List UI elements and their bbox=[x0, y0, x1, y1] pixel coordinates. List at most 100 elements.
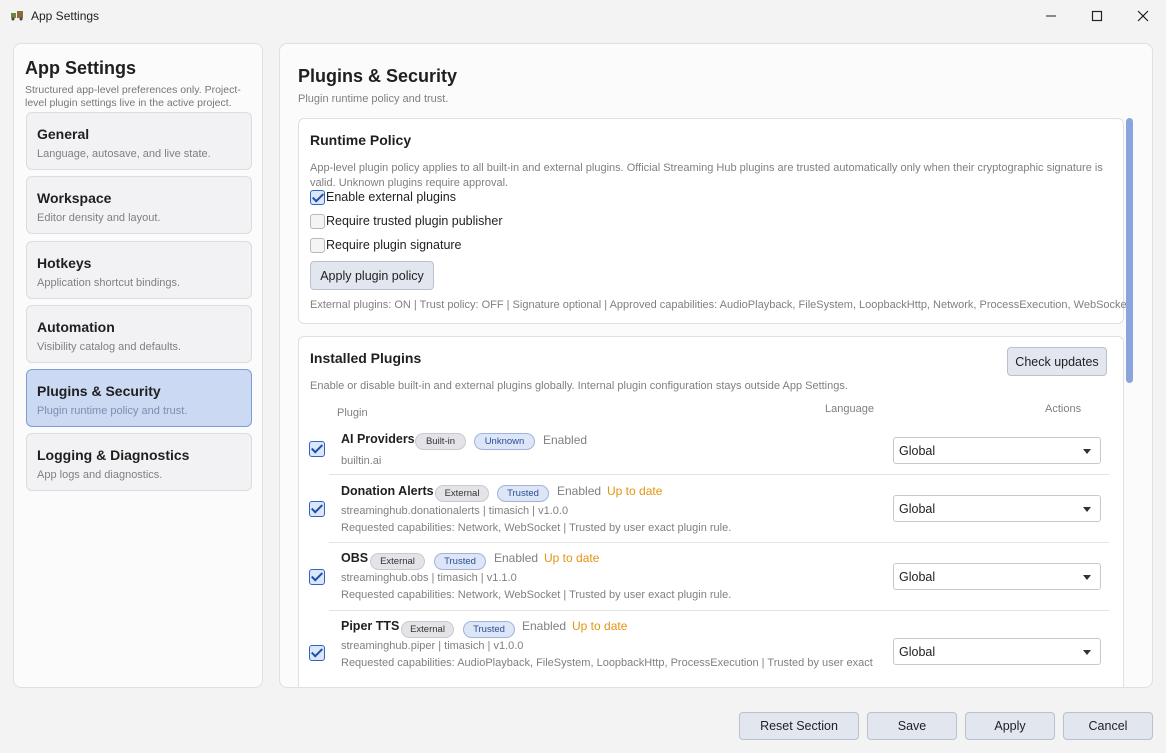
column-header-language: Language bbox=[825, 403, 874, 415]
checkbox-label: Require trusted plugin publisher bbox=[326, 214, 503, 228]
installed-plugins-section: Installed Plugins Check updates Enable o… bbox=[298, 336, 1124, 687]
sidebar: App Settings Structured app-level prefer… bbox=[13, 43, 263, 688]
column-header-plugin: Plugin bbox=[337, 407, 368, 419]
plugin-capabilities: Requested capabilities: Network, WebSock… bbox=[341, 589, 732, 601]
sidebar-item-general[interactable]: General Language, autosave, and live sta… bbox=[26, 112, 252, 170]
sidebar-item-sub: Visibility catalog and defaults. bbox=[37, 341, 182, 353]
plugin-update-status: Up to date bbox=[607, 484, 663, 498]
plugin-badge: External bbox=[435, 485, 489, 502]
check-updates-button[interactable]: Check updates bbox=[1007, 347, 1107, 376]
sidebar-title: App Settings bbox=[25, 58, 136, 78]
column-header-actions: Actions bbox=[1045, 403, 1082, 415]
plugin-enabled-checkbox[interactable] bbox=[309, 441, 325, 457]
sidebar-item-sub: App logs and diagnostics. bbox=[37, 469, 163, 481]
table-row: AI Providers Built-in Unknown Enabled bu… bbox=[299, 423, 1111, 475]
sidebar-item-hotkeys[interactable]: Hotkeys Application shortcut bindings. bbox=[26, 241, 252, 299]
plugin-status: Enabled bbox=[557, 484, 602, 498]
plugin-enabled-checkbox[interactable] bbox=[309, 645, 325, 661]
plugin-status: Enabled bbox=[522, 619, 567, 633]
policy-status: External plugins: ON | Trust policy: OFF… bbox=[310, 299, 1130, 311]
sidebar-item-label: General bbox=[37, 126, 90, 142]
plugin-status: Enabled bbox=[494, 551, 539, 565]
plugin-enabled-checkbox[interactable] bbox=[309, 569, 325, 585]
section-description: App-level plugin policy applies to all b… bbox=[310, 162, 1103, 189]
plugin-meta: streaminghub.obs | timasich | v1.1.0 bbox=[341, 572, 517, 584]
plugin-enabled-checkbox[interactable] bbox=[309, 501, 325, 517]
runtime-policy-section: Runtime Policy App-level plugin policy a… bbox=[298, 118, 1130, 324]
table-row: Donation Alerts External Trusted Enabled… bbox=[299, 475, 1111, 543]
minimize-button[interactable] bbox=[1028, 0, 1074, 32]
plugin-update-status: Up to date bbox=[572, 619, 628, 633]
page-subtitle: Plugin runtime policy and trust. bbox=[298, 93, 449, 105]
sidebar-item-label: Automation bbox=[37, 319, 115, 335]
chevron-down-icon bbox=[1083, 449, 1091, 454]
sidebar-item-sub: Editor density and layout. bbox=[37, 212, 161, 224]
scrollbar-thumb[interactable] bbox=[1126, 118, 1133, 383]
save-button[interactable]: Save bbox=[867, 712, 957, 740]
title-bar: App Settings bbox=[0, 0, 1166, 32]
plugin-badge: Unknown bbox=[474, 433, 535, 450]
sidebar-item-plugins-security[interactable]: Plugins & Security Plugin runtime policy… bbox=[26, 369, 252, 427]
plugin-name: OBS bbox=[341, 551, 369, 565]
plugin-badge: Trusted bbox=[497, 485, 549, 502]
plugin-name: AI Providers bbox=[341, 432, 415, 446]
minimize-icon bbox=[1046, 15, 1056, 17]
section-title: Runtime Policy bbox=[310, 132, 412, 148]
require-plugin-signature-checkbox[interactable] bbox=[310, 238, 325, 253]
plugin-badge: External bbox=[370, 553, 425, 570]
plugin-badge: External bbox=[401, 621, 454, 638]
window-title: App Settings bbox=[31, 9, 100, 23]
cancel-button[interactable]: Cancel bbox=[1063, 712, 1153, 740]
plugin-language-select[interactable]: Global bbox=[893, 638, 1101, 665]
main-panel: Plugins & Security Plugin runtime policy… bbox=[279, 43, 1153, 688]
sidebar-item-sub: Application shortcut bindings. bbox=[37, 277, 181, 289]
app-icon bbox=[11, 11, 23, 21]
plugin-status: Enabled bbox=[543, 433, 588, 447]
plugin-meta: builtin.ai bbox=[341, 455, 382, 467]
sidebar-item-label: Plugins & Security bbox=[37, 383, 161, 399]
plugin-language-select[interactable]: Global bbox=[893, 563, 1101, 590]
sidebar-item-logging-diagnostics[interactable]: Logging & Diagnostics App logs and diagn… bbox=[26, 433, 252, 491]
plugin-name: Donation Alerts bbox=[341, 484, 434, 498]
chevron-down-icon bbox=[1083, 575, 1091, 580]
maximize-button[interactable] bbox=[1074, 0, 1120, 32]
sidebar-item-workspace[interactable]: Workspace Editor density and layout. bbox=[26, 176, 252, 234]
select-value: Global bbox=[899, 645, 936, 659]
section-description: Enable or disable built-in and external … bbox=[310, 380, 848, 392]
plugin-capabilities: Requested capabilities: AudioPlayback, F… bbox=[341, 657, 873, 669]
checkbox-label: Enable external plugins bbox=[326, 190, 456, 204]
table-row: OBS External Trusted Enabled Up to date … bbox=[299, 543, 1111, 611]
sidebar-description: Structured app-level preferences only. P… bbox=[25, 84, 241, 109]
chevron-down-icon bbox=[1083, 507, 1091, 512]
sidebar-item-sub: Language, autosave, and live state. bbox=[37, 148, 211, 160]
sidebar-item-sub: Plugin runtime policy and trust. bbox=[37, 405, 188, 417]
plugin-language-select[interactable]: Global bbox=[893, 495, 1101, 522]
plugin-badge: Built-in bbox=[415, 433, 466, 450]
sidebar-item-label: Logging & Diagnostics bbox=[37, 447, 190, 463]
page-title: Plugins & Security bbox=[298, 66, 458, 86]
table-row: Piper TTS External Trusted Enabled Up to… bbox=[299, 611, 1111, 687]
close-icon bbox=[1137, 10, 1149, 22]
maximize-icon bbox=[1091, 10, 1103, 22]
select-value: Global bbox=[899, 444, 936, 458]
reset-section-button[interactable]: Reset Section bbox=[739, 712, 859, 740]
enable-external-plugins-checkbox[interactable] bbox=[310, 190, 325, 205]
plugin-capabilities: Requested capabilities: Network, WebSock… bbox=[341, 522, 732, 534]
close-button[interactable] bbox=[1120, 0, 1166, 32]
sidebar-item-label: Workspace bbox=[37, 190, 112, 206]
plugin-language-select[interactable]: Global bbox=[893, 437, 1101, 464]
select-value: Global bbox=[899, 570, 936, 584]
plugin-meta: streaminghub.donationalerts | timasich |… bbox=[341, 505, 569, 517]
sidebar-item-automation[interactable]: Automation Visibility catalog and defaul… bbox=[26, 305, 252, 363]
plugin-name: Piper TTS bbox=[341, 619, 400, 633]
plugin-meta: streaminghub.piper | timasich | v1.0.0 bbox=[341, 640, 524, 652]
apply-button[interactable]: Apply bbox=[965, 712, 1055, 740]
section-title: Installed Plugins bbox=[310, 350, 422, 366]
plugin-badge: Trusted bbox=[463, 621, 515, 638]
plugin-badge: Trusted bbox=[434, 553, 486, 570]
checkbox-label: Require plugin signature bbox=[326, 238, 462, 252]
select-value: Global bbox=[899, 502, 936, 516]
chevron-down-icon bbox=[1083, 650, 1091, 655]
apply-plugin-policy-button[interactable]: Apply plugin policy bbox=[310, 261, 434, 290]
require-trusted-publisher-checkbox[interactable] bbox=[310, 214, 325, 229]
